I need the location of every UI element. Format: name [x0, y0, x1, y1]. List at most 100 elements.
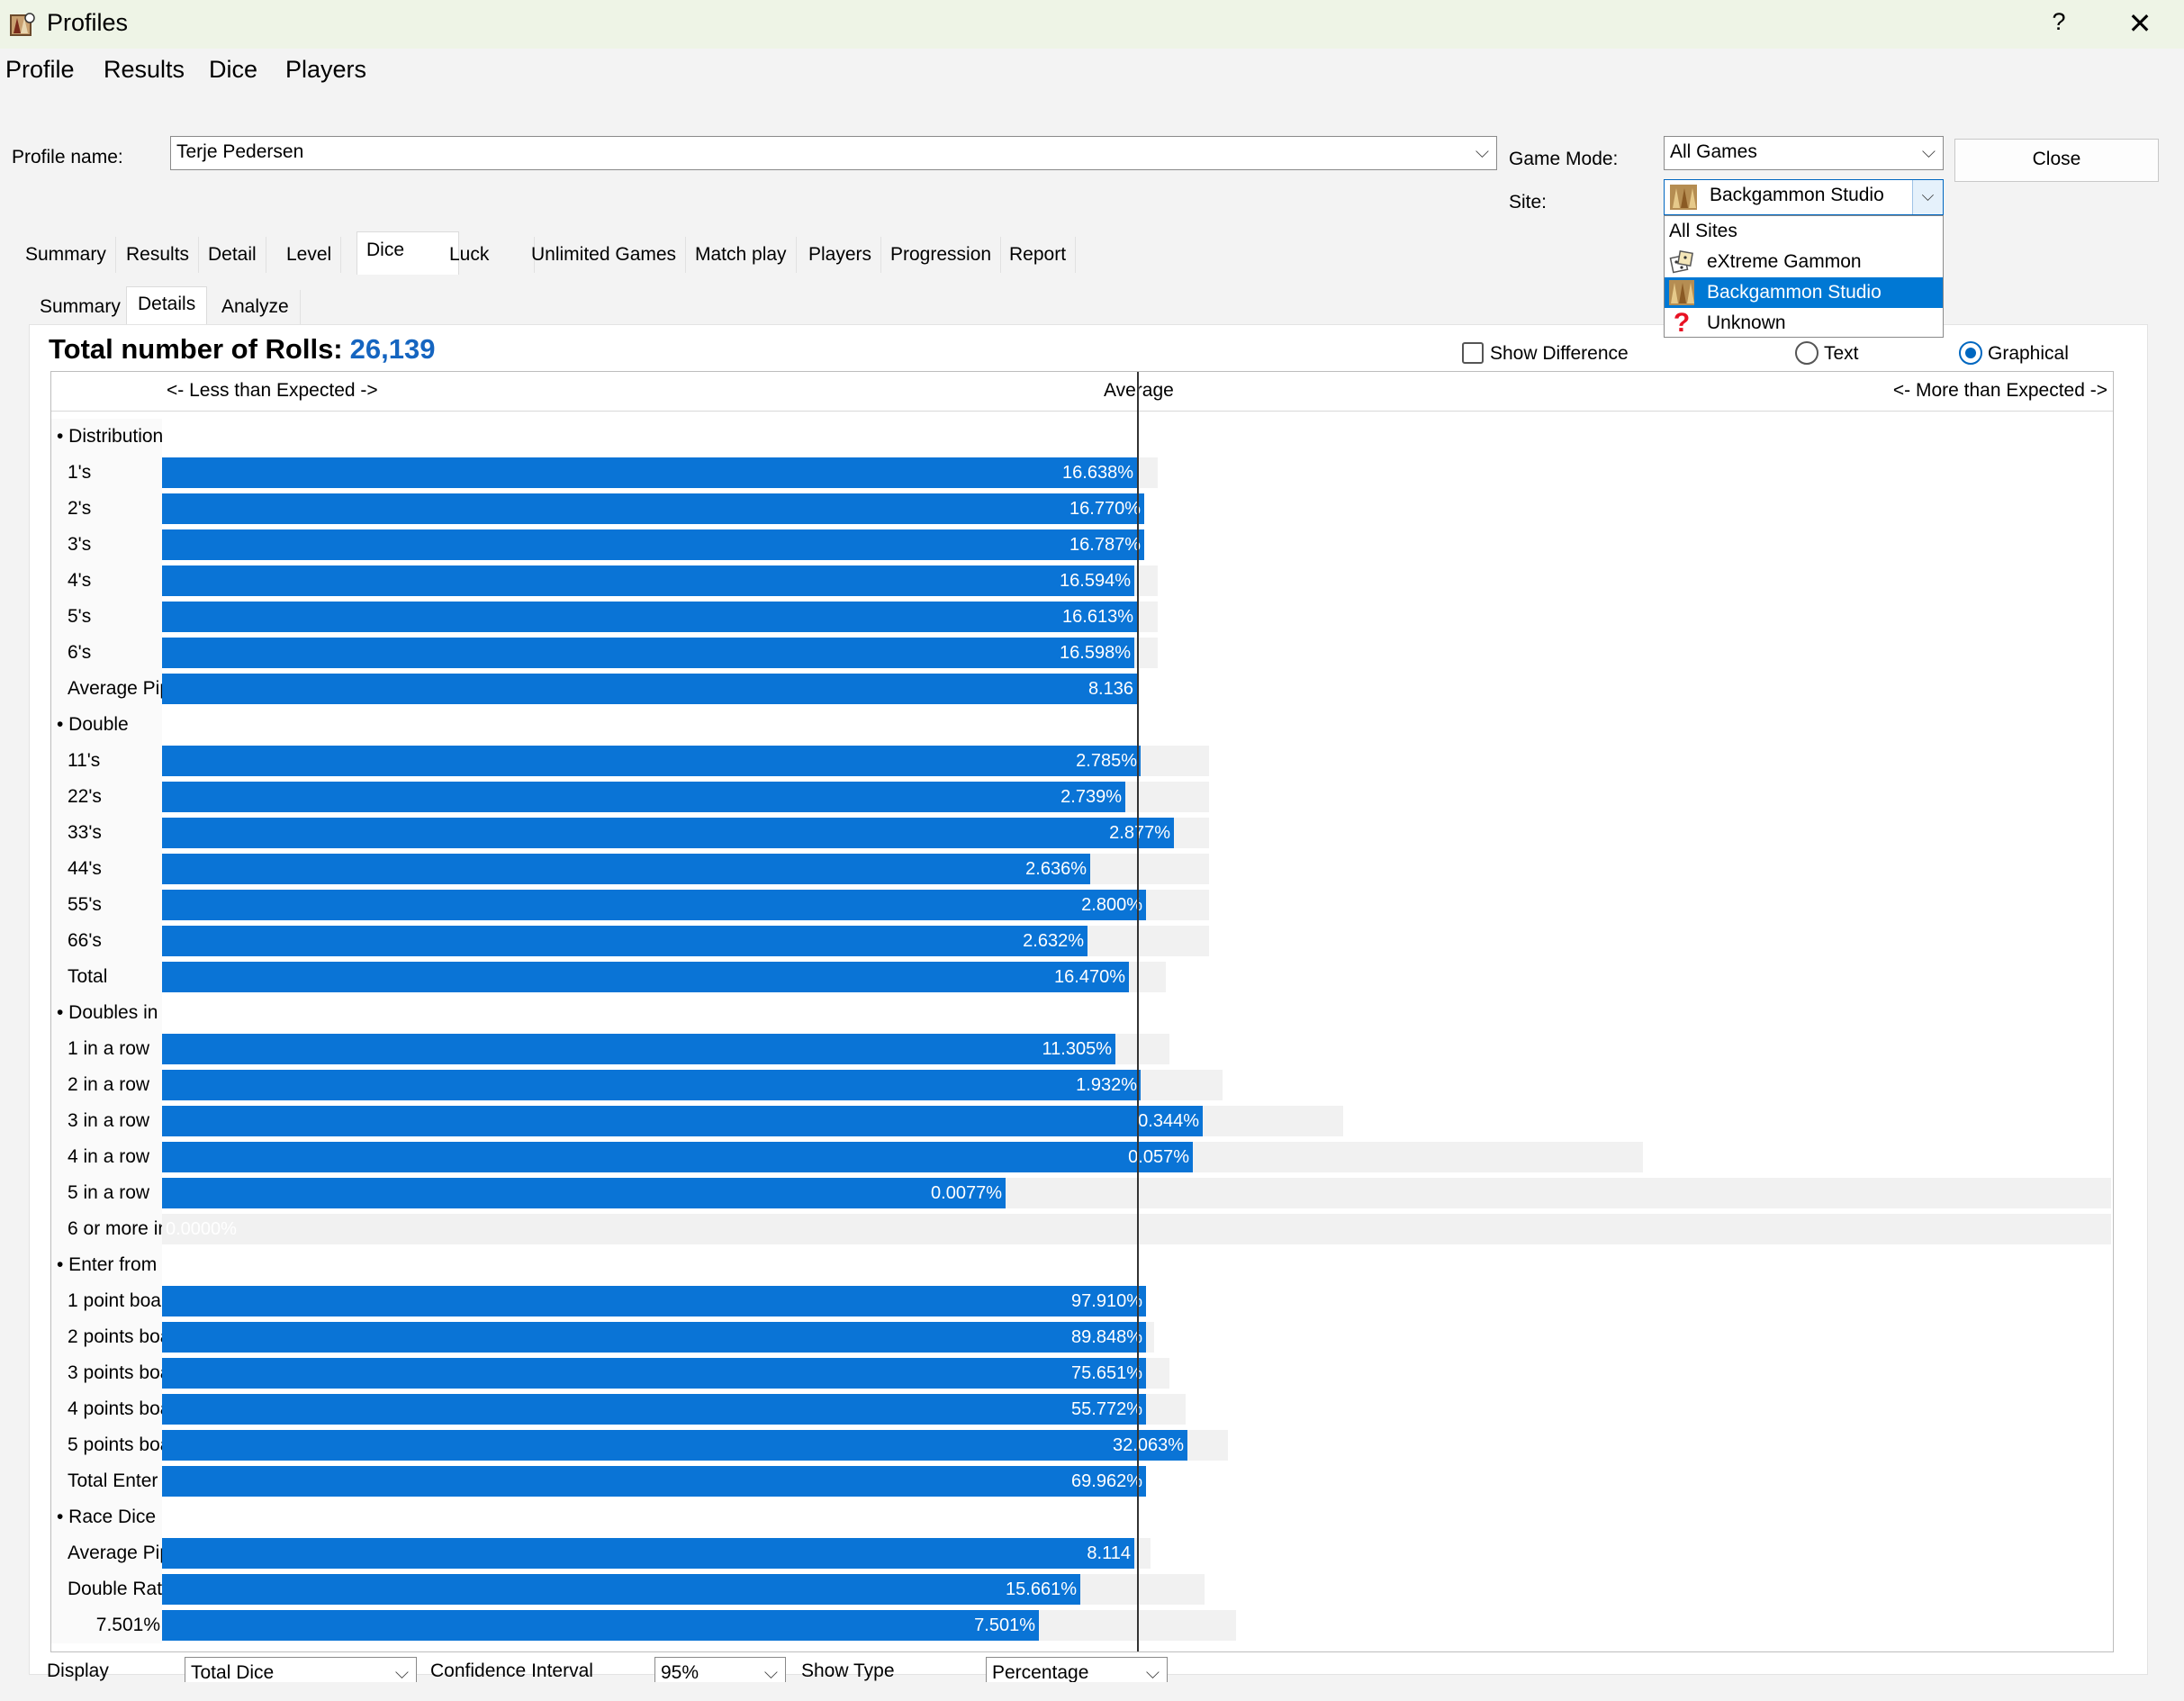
text-radio[interactable]	[1795, 341, 1818, 365]
row-label: 55's	[51, 887, 162, 923]
chevron-down-icon: ⌵	[1145, 1663, 1160, 1682]
bar-value-label: 97.910%	[1071, 1291, 1142, 1311]
row-label: 6's	[51, 635, 162, 671]
tab-progression[interactable]: Progression	[881, 237, 1002, 273]
close-window-icon[interactable]: ✕	[2122, 7, 2158, 40]
tab-luck[interactable]: Luck	[440, 237, 535, 273]
bar-value-label: 16.613%	[1062, 607, 1133, 627]
bar-value-label: 2.636%	[1025, 859, 1087, 879]
game-mode-combo[interactable]: All Games ⌵	[1664, 136, 1944, 170]
row-label: Average Pips	[51, 1535, 162, 1571]
backgammon-studio-icon	[1670, 185, 1697, 210]
bar-value-label: 11.305%	[1042, 1039, 1112, 1059]
tab-results[interactable]: Results	[117, 237, 200, 273]
bar-value-label: 16.770%	[1069, 499, 1141, 519]
profile-name-combo[interactable]: Terje Pedersen ⌵	[170, 136, 1497, 170]
bar-value-label: 16.638%	[1062, 463, 1133, 483]
bar-value-label: 16.598%	[1060, 643, 1131, 663]
tab-summary[interactable]: Summary	[16, 237, 116, 273]
bar-value-label: 16.787%	[1069, 535, 1141, 555]
bar-value-label: 2.800%	[1081, 895, 1142, 915]
bar-value-label: 0.0077%	[931, 1183, 1002, 1203]
chevron-down-icon[interactable]: ⌵	[1912, 180, 1943, 214]
dice-distribution-grid: <- Less than Expected -> Average <- More…	[50, 371, 2114, 1652]
row-label: 1's	[51, 455, 162, 491]
row-label: Total Enter	[51, 1463, 162, 1499]
game-mode-label: Game Mode:	[1509, 149, 1619, 169]
show-difference-label: Show Difference	[1490, 343, 1629, 364]
backgammon-studio-icon	[1669, 280, 1694, 305]
average-line	[1137, 372, 1139, 1651]
confidence-interval-label: Confidence Interval	[430, 1660, 593, 1681]
menu-players[interactable]: Players	[285, 56, 366, 84]
site-option-all-sites[interactable]: All Sites	[1665, 216, 1943, 247]
site-option-extreme-gammon[interactable]: eXtreme Gammon	[1665, 247, 1943, 277]
bottom-controls: Display Total Dice ⌵ Confidence Interval…	[0, 1655, 2184, 1682]
less-than-expected-label: <- Less than Expected ->	[167, 380, 378, 401]
confidence-interval-combo[interactable]: 95% ⌵	[654, 1657, 786, 1682]
title-bar: Profiles ? ✕	[0, 0, 2184, 49]
chevron-down-icon: ⌵	[394, 1663, 409, 1682]
bar-value-label: 0.057%	[1128, 1147, 1189, 1167]
site-dropdown-list: All Sites eXtreme Gammon Backgammon Stud…	[1664, 215, 1944, 338]
group-label: • Distribution	[51, 419, 162, 455]
profile-name-label: Profile name:	[12, 147, 123, 167]
row-label: 2's	[51, 491, 162, 527]
bar-value-label: 0.344%	[1138, 1111, 1199, 1131]
site-combo[interactable]: Backgammon Studio ⌵	[1664, 179, 1944, 215]
bar-value-label: 8.114	[1087, 1543, 1131, 1563]
help-button[interactable]: ?	[2045, 8, 2072, 36]
display-label: Display	[47, 1660, 109, 1681]
graphical-radio-label: Graphical	[1988, 343, 2069, 364]
group-label: • Double	[51, 707, 162, 743]
display-combo[interactable]: Total Dice ⌵	[185, 1657, 417, 1682]
bar-value-label: 1.932%	[1076, 1075, 1137, 1095]
row-label: 2 points board	[51, 1319, 162, 1355]
row-label: 7.501%	[51, 1607, 162, 1643]
subtab-summary[interactable]: Summary	[29, 290, 132, 324]
bar-value-label: 32.063%	[1113, 1435, 1184, 1455]
site-option-unknown[interactable]: ? Unknown	[1665, 308, 1943, 339]
tab-match-play[interactable]: Match play	[686, 237, 797, 273]
menu-dice[interactable]: Dice	[209, 56, 257, 84]
tab-report[interactable]: Report	[1000, 237, 1077, 273]
more-than-expected-label: <- More than Expected ->	[1892, 380, 2107, 401]
game-mode-value: All Games	[1670, 141, 1757, 162]
grid-header: <- Less than Expected -> Average <- More…	[51, 372, 2113, 412]
row-label: Total	[51, 959, 162, 995]
total-rolls-heading: Total number of Rolls: 26,139	[49, 333, 435, 366]
window-title: Profiles	[47, 9, 129, 36]
site-option-backgammon-studio[interactable]: Backgammon Studio	[1665, 277, 1943, 308]
show-difference-checkbox[interactable]	[1462, 342, 1484, 364]
show-type-label: Show Type	[801, 1660, 895, 1681]
tab-players[interactable]: Players	[799, 237, 882, 273]
site-value: Backgammon Studio	[1710, 185, 1884, 205]
row-label: 4 in a row	[51, 1139, 162, 1175]
subtab-details[interactable]: Details	[126, 286, 208, 324]
menu-results[interactable]: Results	[104, 56, 185, 84]
text-radio-label: Text	[1824, 343, 1859, 364]
row-label: 5's	[51, 599, 162, 635]
graphical-radio[interactable]	[1959, 341, 1982, 365]
row-label: 5 points board	[51, 1427, 162, 1463]
row-label: Average Pips	[51, 671, 162, 707]
profile-name-value: Terje Pedersen	[176, 141, 304, 162]
subtab-analyze[interactable]: Analyze	[211, 290, 301, 324]
question-mark-icon: ?	[1673, 308, 1691, 338]
close-button[interactable]: Close	[1954, 139, 2159, 182]
row-label: 3's	[51, 527, 162, 563]
show-type-combo[interactable]: Percentage ⌵	[986, 1657, 1168, 1682]
tab-unlimited-games[interactable]: Unlimited Games	[522, 237, 687, 273]
menu-profile[interactable]: Profile	[5, 56, 75, 84]
bar-value-label: 69.962%	[1071, 1471, 1142, 1491]
bar-value-label: 16.594%	[1060, 571, 1131, 591]
bar-value-label: 8.136	[1087, 679, 1133, 699]
total-rolls-label: Total number of Rolls:	[49, 333, 343, 365]
row-label: Double Rate	[51, 1571, 162, 1607]
tab-level[interactable]: Level	[277, 237, 342, 273]
row-label: 66's	[51, 923, 162, 959]
tab-detail[interactable]: Detail	[199, 237, 266, 273]
row-label: 4's	[51, 563, 162, 599]
row-label: 3 in a row	[51, 1103, 162, 1139]
bar-value-label: 2.632%	[1023, 931, 1084, 951]
